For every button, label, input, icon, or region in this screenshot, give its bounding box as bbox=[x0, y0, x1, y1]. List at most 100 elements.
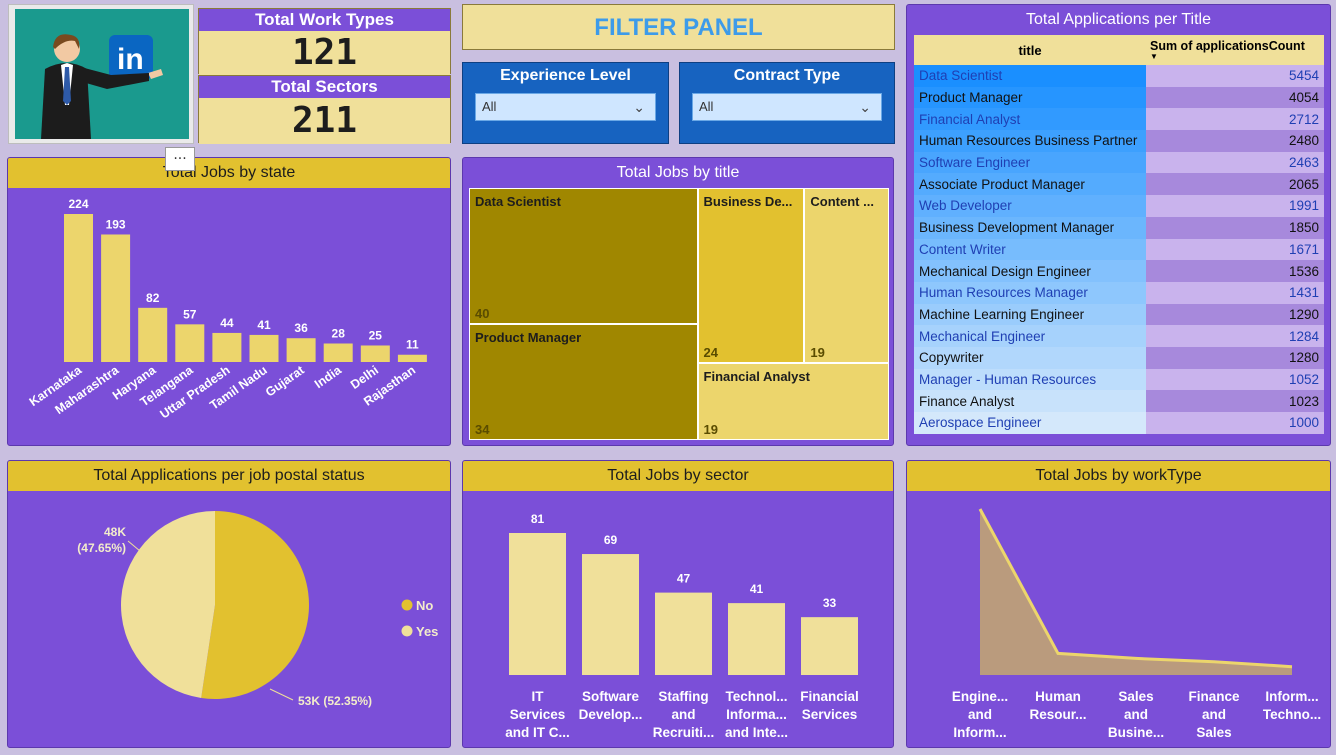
data-label: 33 bbox=[823, 596, 837, 610]
table-row[interactable]: Human Resources Business Partner 2480 bbox=[914, 130, 1324, 152]
logo-tile: in bbox=[8, 4, 194, 144]
treemap-tile-value: 19 bbox=[810, 344, 825, 360]
jobs-by-sector-title: Total Jobs by sector bbox=[463, 461, 893, 491]
treemap-tile[interactable]: Content ... 19 bbox=[804, 188, 889, 363]
data-label: 48K bbox=[104, 525, 126, 539]
pie-slice bbox=[201, 511, 309, 699]
table-row[interactable]: Data Scientist 5454 bbox=[914, 65, 1324, 87]
data-label: 28 bbox=[332, 327, 346, 341]
kpi-sectors-value: 211 bbox=[199, 98, 450, 144]
treemap-tile-label: Business De... bbox=[703, 194, 793, 209]
category-label: Sales bbox=[1118, 689, 1153, 704]
jobs-by-worktype-panel: Total Jobs by workType Engine... and Infor… bbox=[906, 460, 1331, 748]
legend-label: Yes bbox=[416, 624, 438, 639]
bar bbox=[323, 343, 353, 362]
table-row[interactable]: Finance Analyst 1023 bbox=[914, 390, 1324, 412]
table-cell-count: 1671 bbox=[1146, 238, 1324, 261]
table-cell-title: Web Developer bbox=[914, 195, 1146, 217]
table-row[interactable]: Business Development Manager 1850 bbox=[914, 216, 1324, 239]
table-cell-title: Associate Product Manager bbox=[914, 173, 1146, 196]
table-row[interactable]: Mechanical Design Engineer 1536 bbox=[914, 260, 1324, 282]
postal-status-pie-chart: 53K (52.35%) 48K (47.65%) No Yes bbox=[77, 511, 438, 708]
category-label: Engine... bbox=[952, 689, 1008, 704]
table-row[interactable]: Copywriter 1280 bbox=[914, 346, 1324, 369]
table-cell-title: Mechanical Design Engineer bbox=[914, 260, 1146, 282]
contract-type-slicer: Contract Type All ⌄ bbox=[679, 62, 895, 144]
data-label: 82 bbox=[146, 291, 160, 305]
table-row[interactable]: Machine Learning Engineer 1290 bbox=[914, 303, 1324, 326]
bar bbox=[655, 592, 712, 675]
table-row[interactable]: Aerospace Engineer 1000 bbox=[914, 412, 1324, 434]
bar bbox=[509, 533, 566, 675]
table-cell-title: Content Writer bbox=[914, 238, 1146, 261]
treemap-tile[interactable]: Product Manager 34 bbox=[469, 324, 698, 440]
table-cell-title: Finance Analyst bbox=[914, 390, 1146, 412]
table-cell-title: Machine Learning Engineer bbox=[914, 303, 1146, 326]
data-label: 224 bbox=[68, 197, 88, 211]
category-label: Finance bbox=[1188, 689, 1240, 704]
category-label: and bbox=[1202, 707, 1226, 722]
bar bbox=[212, 332, 242, 362]
visual-menu-button[interactable]: ··· bbox=[165, 147, 195, 171]
experience-level-dropdown[interactable]: All ⌄ bbox=[475, 93, 656, 121]
table-row[interactable]: Manager - Human Resources 1052 bbox=[914, 368, 1324, 391]
table-row[interactable]: Financial Analyst 2712 bbox=[914, 108, 1324, 131]
contract-type-value: All bbox=[699, 99, 714, 114]
table-row[interactable]: Software Engineer 2463 bbox=[914, 151, 1324, 174]
data-label: 81 bbox=[531, 512, 545, 526]
area-fill bbox=[980, 509, 1292, 675]
category-label: and bbox=[1124, 707, 1148, 722]
table-row[interactable]: Content Writer 1671 bbox=[914, 238, 1324, 261]
column-header-applications[interactable]: Sum of applicationsCount ▼ bbox=[1146, 35, 1324, 65]
table-cell-count: 1536 bbox=[1146, 260, 1324, 282]
category-label: Staffing bbox=[658, 689, 708, 704]
table-row[interactable]: Associate Product Manager 2065 bbox=[914, 173, 1324, 196]
jobs-by-worktype-title: Total Jobs by workType bbox=[907, 461, 1330, 491]
category-label: Inform... bbox=[1265, 689, 1318, 704]
data-label: 193 bbox=[106, 217, 126, 231]
bar bbox=[64, 214, 93, 362]
category-label: Informa... bbox=[726, 707, 787, 722]
kpi-sectors-card: Total Sectors 211 bbox=[198, 75, 451, 144]
table-cell-title: Business Development Manager bbox=[914, 216, 1146, 239]
treemap-tile[interactable]: Data Scientist 40 bbox=[469, 188, 698, 325]
pie-slice bbox=[120, 511, 215, 698]
data-label: 69 bbox=[604, 533, 618, 547]
applications-per-title-title: Total Applications per Title bbox=[907, 5, 1330, 35]
table-row[interactable]: Human Resources Manager 1431 bbox=[914, 281, 1324, 304]
category-label: IT bbox=[532, 689, 545, 704]
logo-image: in bbox=[15, 9, 189, 139]
category-label: Human bbox=[1035, 689, 1081, 704]
jobs-by-title-panel: Total Jobs by title Data Scientist 40 Prod… bbox=[462, 157, 894, 446]
column-header-title[interactable]: title bbox=[914, 35, 1146, 65]
bar bbox=[397, 354, 427, 362]
bar bbox=[801, 617, 858, 675]
category-label: Busine... bbox=[1108, 725, 1164, 740]
bar bbox=[582, 554, 639, 675]
category-label: Technol... bbox=[725, 689, 787, 704]
table-cell-count: 1850 bbox=[1146, 216, 1324, 239]
treemap-tile[interactable]: Financial Analyst 19 bbox=[697, 362, 889, 440]
table-row[interactable]: Web Developer 1991 bbox=[914, 195, 1324, 217]
jobs-by-state-title: Total Jobs by state bbox=[8, 158, 450, 188]
table-cell-title: Product Manager bbox=[914, 86, 1146, 109]
data-label: 11 bbox=[406, 338, 419, 352]
table-cell-count: 5454 bbox=[1146, 65, 1324, 87]
treemap-tile-label: Financial Analyst bbox=[703, 368, 810, 384]
table-row[interactable]: Product Manager 4054 bbox=[914, 86, 1324, 109]
table-cell-title: Human Resources Business Partner bbox=[914, 130, 1146, 152]
treemap-tile[interactable]: Business De... 24 bbox=[697, 188, 805, 363]
category-label: and Inte... bbox=[725, 725, 788, 740]
category-label: Services bbox=[802, 707, 858, 722]
contract-type-label: Contract Type bbox=[733, 67, 841, 84]
contract-type-dropdown[interactable]: All ⌄ bbox=[692, 93, 882, 121]
data-label: 57 bbox=[183, 307, 197, 321]
treemap-tile-value: 24 bbox=[703, 344, 718, 360]
data-label: 41 bbox=[750, 582, 764, 596]
leader-line bbox=[269, 688, 294, 701]
table-cell-count: 2480 bbox=[1146, 130, 1324, 152]
data-label: 44 bbox=[220, 316, 234, 330]
table-row[interactable]: Mechanical Engineer 1284 bbox=[914, 325, 1324, 347]
table-cell-count: 1431 bbox=[1146, 281, 1324, 304]
table-cell-title: Software Engineer bbox=[914, 151, 1146, 174]
